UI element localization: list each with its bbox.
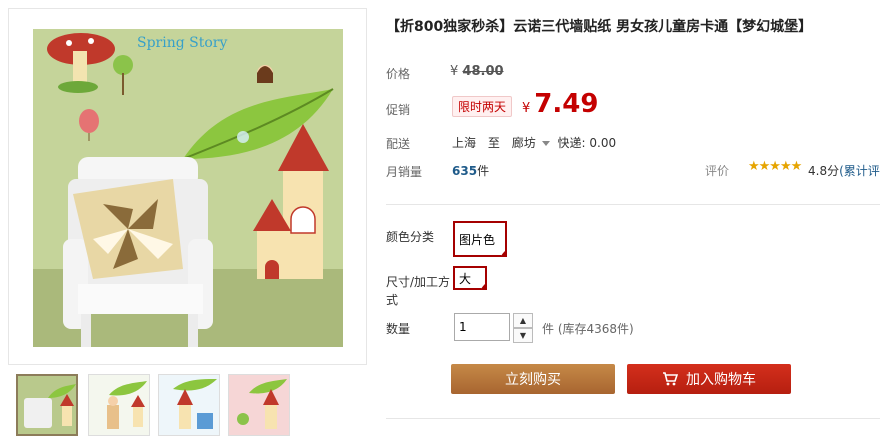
- product-gallery: Spring Story: [0, 0, 372, 446]
- main-product-image[interactable]: [33, 29, 343, 347]
- checkmark-icon: ✓: [479, 282, 486, 291]
- thumbnail-3[interactable]: [158, 374, 220, 436]
- rating-value: 4.8分: [808, 164, 840, 178]
- promo-currency: ¥: [522, 101, 531, 116]
- color-option-selected[interactable]: 图片色 ✓: [453, 221, 507, 258]
- star-rating-icon: ★★★★★: [748, 159, 802, 174]
- stock-info: 件 (库存4368件): [542, 322, 634, 336]
- add-to-cart-button[interactable]: 加入购物车: [627, 364, 791, 394]
- size-label-line2: 式: [386, 293, 399, 307]
- product-info-panel: 【折800独家秒杀】云诺三代墙贴纸 男女孩儿童房卡通【梦幻城堡】 价格 ¥ 48…: [372, 0, 880, 446]
- quantity-input[interactable]: [454, 313, 510, 341]
- monthly-sales: 635件: [452, 162, 489, 179]
- promo-tag-badge: 限时两天: [452, 96, 513, 117]
- thumbnail-1[interactable]: [16, 374, 78, 436]
- chevron-down-icon: ▼: [519, 331, 527, 340]
- chevron-down-icon[interactable]: [541, 140, 550, 146]
- ship-fee: 快递: 0.00: [557, 136, 617, 150]
- promo-label: 促销: [386, 103, 411, 117]
- review-count-link[interactable]: (累计评论: [839, 164, 880, 178]
- buy-now-button[interactable]: 立刻购买: [451, 364, 615, 394]
- increment-button[interactable]: ▲: [513, 313, 533, 328]
- ship-to-word: 至: [487, 136, 500, 150]
- rating-score: 4.8分(累计评论: [808, 162, 880, 179]
- color-option-label: 颜色分类: [386, 230, 435, 244]
- ship-from: 上海: [452, 136, 477, 150]
- quantity-stepper: ▲ ▼: [513, 313, 533, 343]
- price-section: 价格 ¥ 48.00 促销 限时两天 ¥7.49 配送 上海 至 廊坊 快递: …: [372, 48, 880, 198]
- sales-label: 月销量: [386, 165, 423, 179]
- ship-to-dropdown[interactable]: 廊坊: [512, 136, 536, 150]
- size-label-line1: 尺寸/加工方: [386, 275, 451, 289]
- buy-now-label: 立刻购买: [505, 372, 561, 388]
- cart-icon: [663, 372, 678, 386]
- add-to-cart-label: 加入购物车: [686, 372, 756, 388]
- sales-count: 635: [452, 164, 478, 178]
- size-option-selected[interactable]: 大 ✓: [453, 266, 487, 291]
- quantity-label: 数量: [386, 322, 411, 336]
- promo-price-value: 7.49: [534, 89, 599, 119]
- divider: [386, 204, 880, 205]
- price-label: 价格: [386, 67, 411, 81]
- sales-unit: 件: [477, 164, 490, 178]
- decrement-button[interactable]: ▼: [513, 328, 533, 343]
- chevron-up-icon: ▲: [519, 316, 527, 325]
- thumbnail-2[interactable]: [88, 374, 150, 436]
- original-price: ¥ 48.00: [450, 64, 504, 79]
- product-title: 【折800独家秒杀】云诺三代墙贴纸 男女孩儿童房卡通【梦幻城堡】: [386, 19, 813, 35]
- size-option-label: 尺寸/加工方 式: [386, 273, 450, 309]
- size-option-value: 大: [459, 271, 472, 286]
- checkmark-icon: ✓: [499, 249, 506, 258]
- original-currency: ¥: [450, 64, 459, 79]
- main-image-frame: Spring Story: [8, 8, 367, 365]
- image-caption: Spring Story: [137, 35, 228, 51]
- promo-price: ¥7.49: [522, 89, 598, 119]
- original-price-value: 48.00: [462, 64, 504, 79]
- shipping-info: 上海 至 廊坊 快递: 0.00: [452, 134, 620, 151]
- rating-label: 评价: [705, 164, 730, 178]
- thumbnail-4[interactable]: [228, 374, 290, 436]
- color-option-value: 图片色: [459, 232, 496, 247]
- divider: [386, 418, 880, 419]
- shipping-label: 配送: [386, 137, 411, 151]
